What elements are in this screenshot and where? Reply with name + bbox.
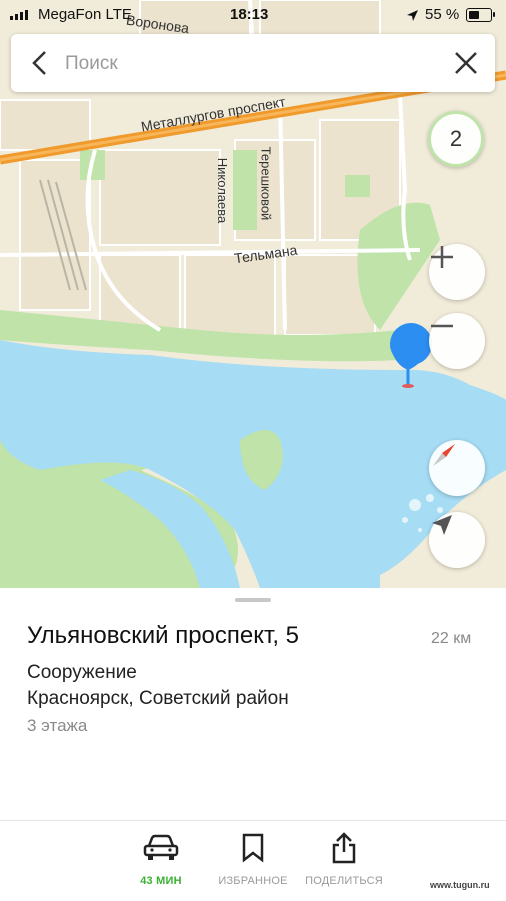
minus-icon xyxy=(431,324,453,328)
location-arrow-icon xyxy=(432,515,452,535)
signal-icon xyxy=(10,10,28,20)
compass-button[interactable] xyxy=(429,440,485,496)
place-floors: 3 этажа xyxy=(27,716,88,735)
battery-icon xyxy=(466,8,492,22)
battery-percent: 55 % xyxy=(425,6,460,23)
share-label: ПОДЕЛИТЬСЯ xyxy=(305,875,383,887)
route-time-label: 43 МИН xyxy=(140,875,182,887)
status-bar: MegaFon LTE 18:13 55 % xyxy=(0,0,506,30)
bookmark-icon xyxy=(242,833,264,863)
compass-icon xyxy=(433,444,455,466)
watermark: www.tugun.ru xyxy=(430,880,490,890)
layers-button[interactable]: 2 xyxy=(428,111,484,167)
place-title: Ульяновский проспект, 5 xyxy=(27,622,300,649)
zoom-out-button[interactable] xyxy=(429,313,485,369)
favorites-button[interactable]: ИЗБРАННОЕ xyxy=(208,831,298,887)
clock: 18:13 xyxy=(230,6,269,23)
share-icon xyxy=(332,832,356,864)
place-card[interactable]: Ульяновский проспект, 5 22 км Сооружение… xyxy=(0,588,506,820)
share-button[interactable]: ПОДЕЛИТЬСЯ xyxy=(299,831,389,887)
battery-tip xyxy=(493,12,495,17)
close-icon[interactable] xyxy=(451,48,481,78)
car-icon xyxy=(143,834,179,860)
my-location-button[interactable] xyxy=(429,512,485,568)
place-type: Сооружение xyxy=(27,662,137,683)
street-label-nikolaeva: Николаева xyxy=(215,157,231,224)
place-distance: 22 км xyxy=(431,630,472,647)
drag-handle[interactable] xyxy=(235,598,271,602)
place-address: Красноярск, Советский район xyxy=(27,688,289,709)
route-button[interactable]: 43 МИН xyxy=(116,831,206,887)
plus-icon xyxy=(431,246,453,268)
search-input[interactable]: Поиск xyxy=(65,53,118,75)
zoom-in-button[interactable] xyxy=(429,244,485,300)
search-bar[interactable]: Поиск xyxy=(11,34,495,92)
location-services-icon xyxy=(407,10,418,21)
carrier-label: MegaFon LTE xyxy=(38,6,132,23)
favorites-label: ИЗБРАННОЕ xyxy=(218,875,288,887)
layers-count: 2 xyxy=(449,126,463,151)
back-arrow-icon[interactable] xyxy=(25,48,55,78)
street-label-tereshkovoy: Терешковой xyxy=(258,146,274,221)
